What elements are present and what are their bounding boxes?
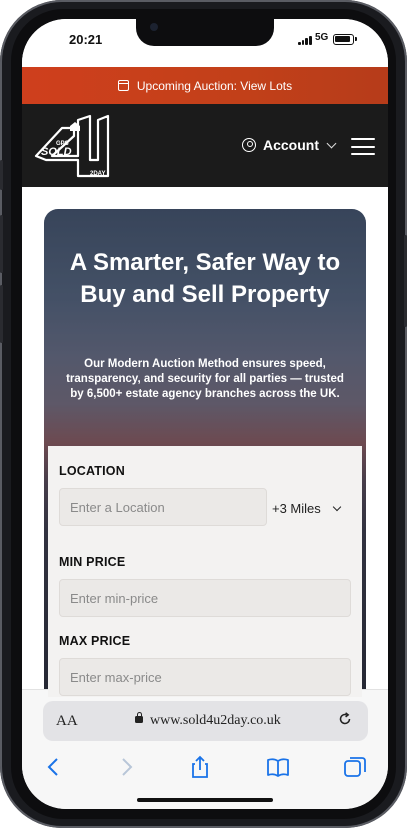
location-label: LOCATION <box>59 464 125 478</box>
chevron-down-icon <box>326 138 337 148</box>
side-button <box>0 285 3 343</box>
chevron-down-icon <box>332 502 342 512</box>
share-icon[interactable] <box>187 754 213 780</box>
min-price-input[interactable]: Enter min-price <box>59 579 351 617</box>
upcoming-auction-banner[interactable]: Upcoming Auction: View Lots <box>22 67 388 104</box>
radius-value: +3 Miles <box>272 501 321 516</box>
property-search-form: LOCATION Enter a Location +3 Miles MIN P… <box>48 446 362 697</box>
reload-icon[interactable] <box>338 712 352 726</box>
page-content: A Smarter, Safer Way to Buy and Sell Pro… <box>22 187 388 697</box>
logo-2day-text: 2DAY <box>90 171 105 177</box>
max-price-placeholder: Enter max-price <box>70 669 162 685</box>
user-icon <box>242 138 256 152</box>
forward-icon[interactable] <box>113 754 139 780</box>
side-button <box>0 160 3 190</box>
calendar-icon <box>117 80 129 91</box>
account-label: Account <box>263 137 319 153</box>
hero-subtitle: Our Modern Auction Method ensures speed,… <box>66 358 344 400</box>
hamburger-menu-icon[interactable] <box>351 138 375 155</box>
address-bar[interactable]: AA www.sold4u2day.co.uk <box>43 701 368 741</box>
banner-text: Upcoming Auction: View Lots <box>136 78 293 93</box>
screen: 20:21 5G Upcoming Auction: View Lots GPS… <box>22 19 388 809</box>
hero-title: A Smarter, Safer Way to Buy and Sell Pro… <box>69 249 341 308</box>
hero-section: A Smarter, Safer Way to Buy and Sell Pro… <box>44 209 366 697</box>
logo-sold-text: SOLD <box>41 146 72 158</box>
camera-icon <box>150 23 158 31</box>
status-time: 20:21 <box>69 32 103 47</box>
side-button <box>0 215 3 273</box>
min-price-placeholder: Enter min-price <box>70 590 159 606</box>
lock-icon <box>135 712 143 723</box>
site-header: GPS SOLD 2DAY Account <box>22 104 388 187</box>
signal-icon <box>298 35 312 45</box>
browser-toolbar: AA www.sold4u2day.co.uk <box>22 689 388 809</box>
min-price-label: MIN PRICE <box>59 555 126 569</box>
radius-select[interactable]: +3 Miles <box>272 501 342 516</box>
sold4u2day-logo[interactable]: GPS SOLD 2DAY <box>32 114 112 178</box>
max-price-label: MAX PRICE <box>59 634 131 648</box>
battery-icon <box>333 34 357 45</box>
back-icon[interactable] <box>41 754 67 780</box>
location-input[interactable]: Enter a Location <box>59 488 267 526</box>
url-text: www.sold4u2day.co.uk <box>150 713 281 728</box>
home-indicator <box>137 798 273 802</box>
bookmarks-icon[interactable] <box>265 754 291 780</box>
account-menu[interactable]: Account <box>242 137 337 153</box>
text-size-button[interactable]: AA <box>56 713 78 730</box>
max-price-input[interactable]: Enter max-price <box>59 658 351 696</box>
tabs-icon[interactable] <box>342 754 368 780</box>
network-label: 5G <box>315 32 329 43</box>
location-placeholder: Enter a Location <box>70 499 165 515</box>
notch <box>136 19 274 46</box>
